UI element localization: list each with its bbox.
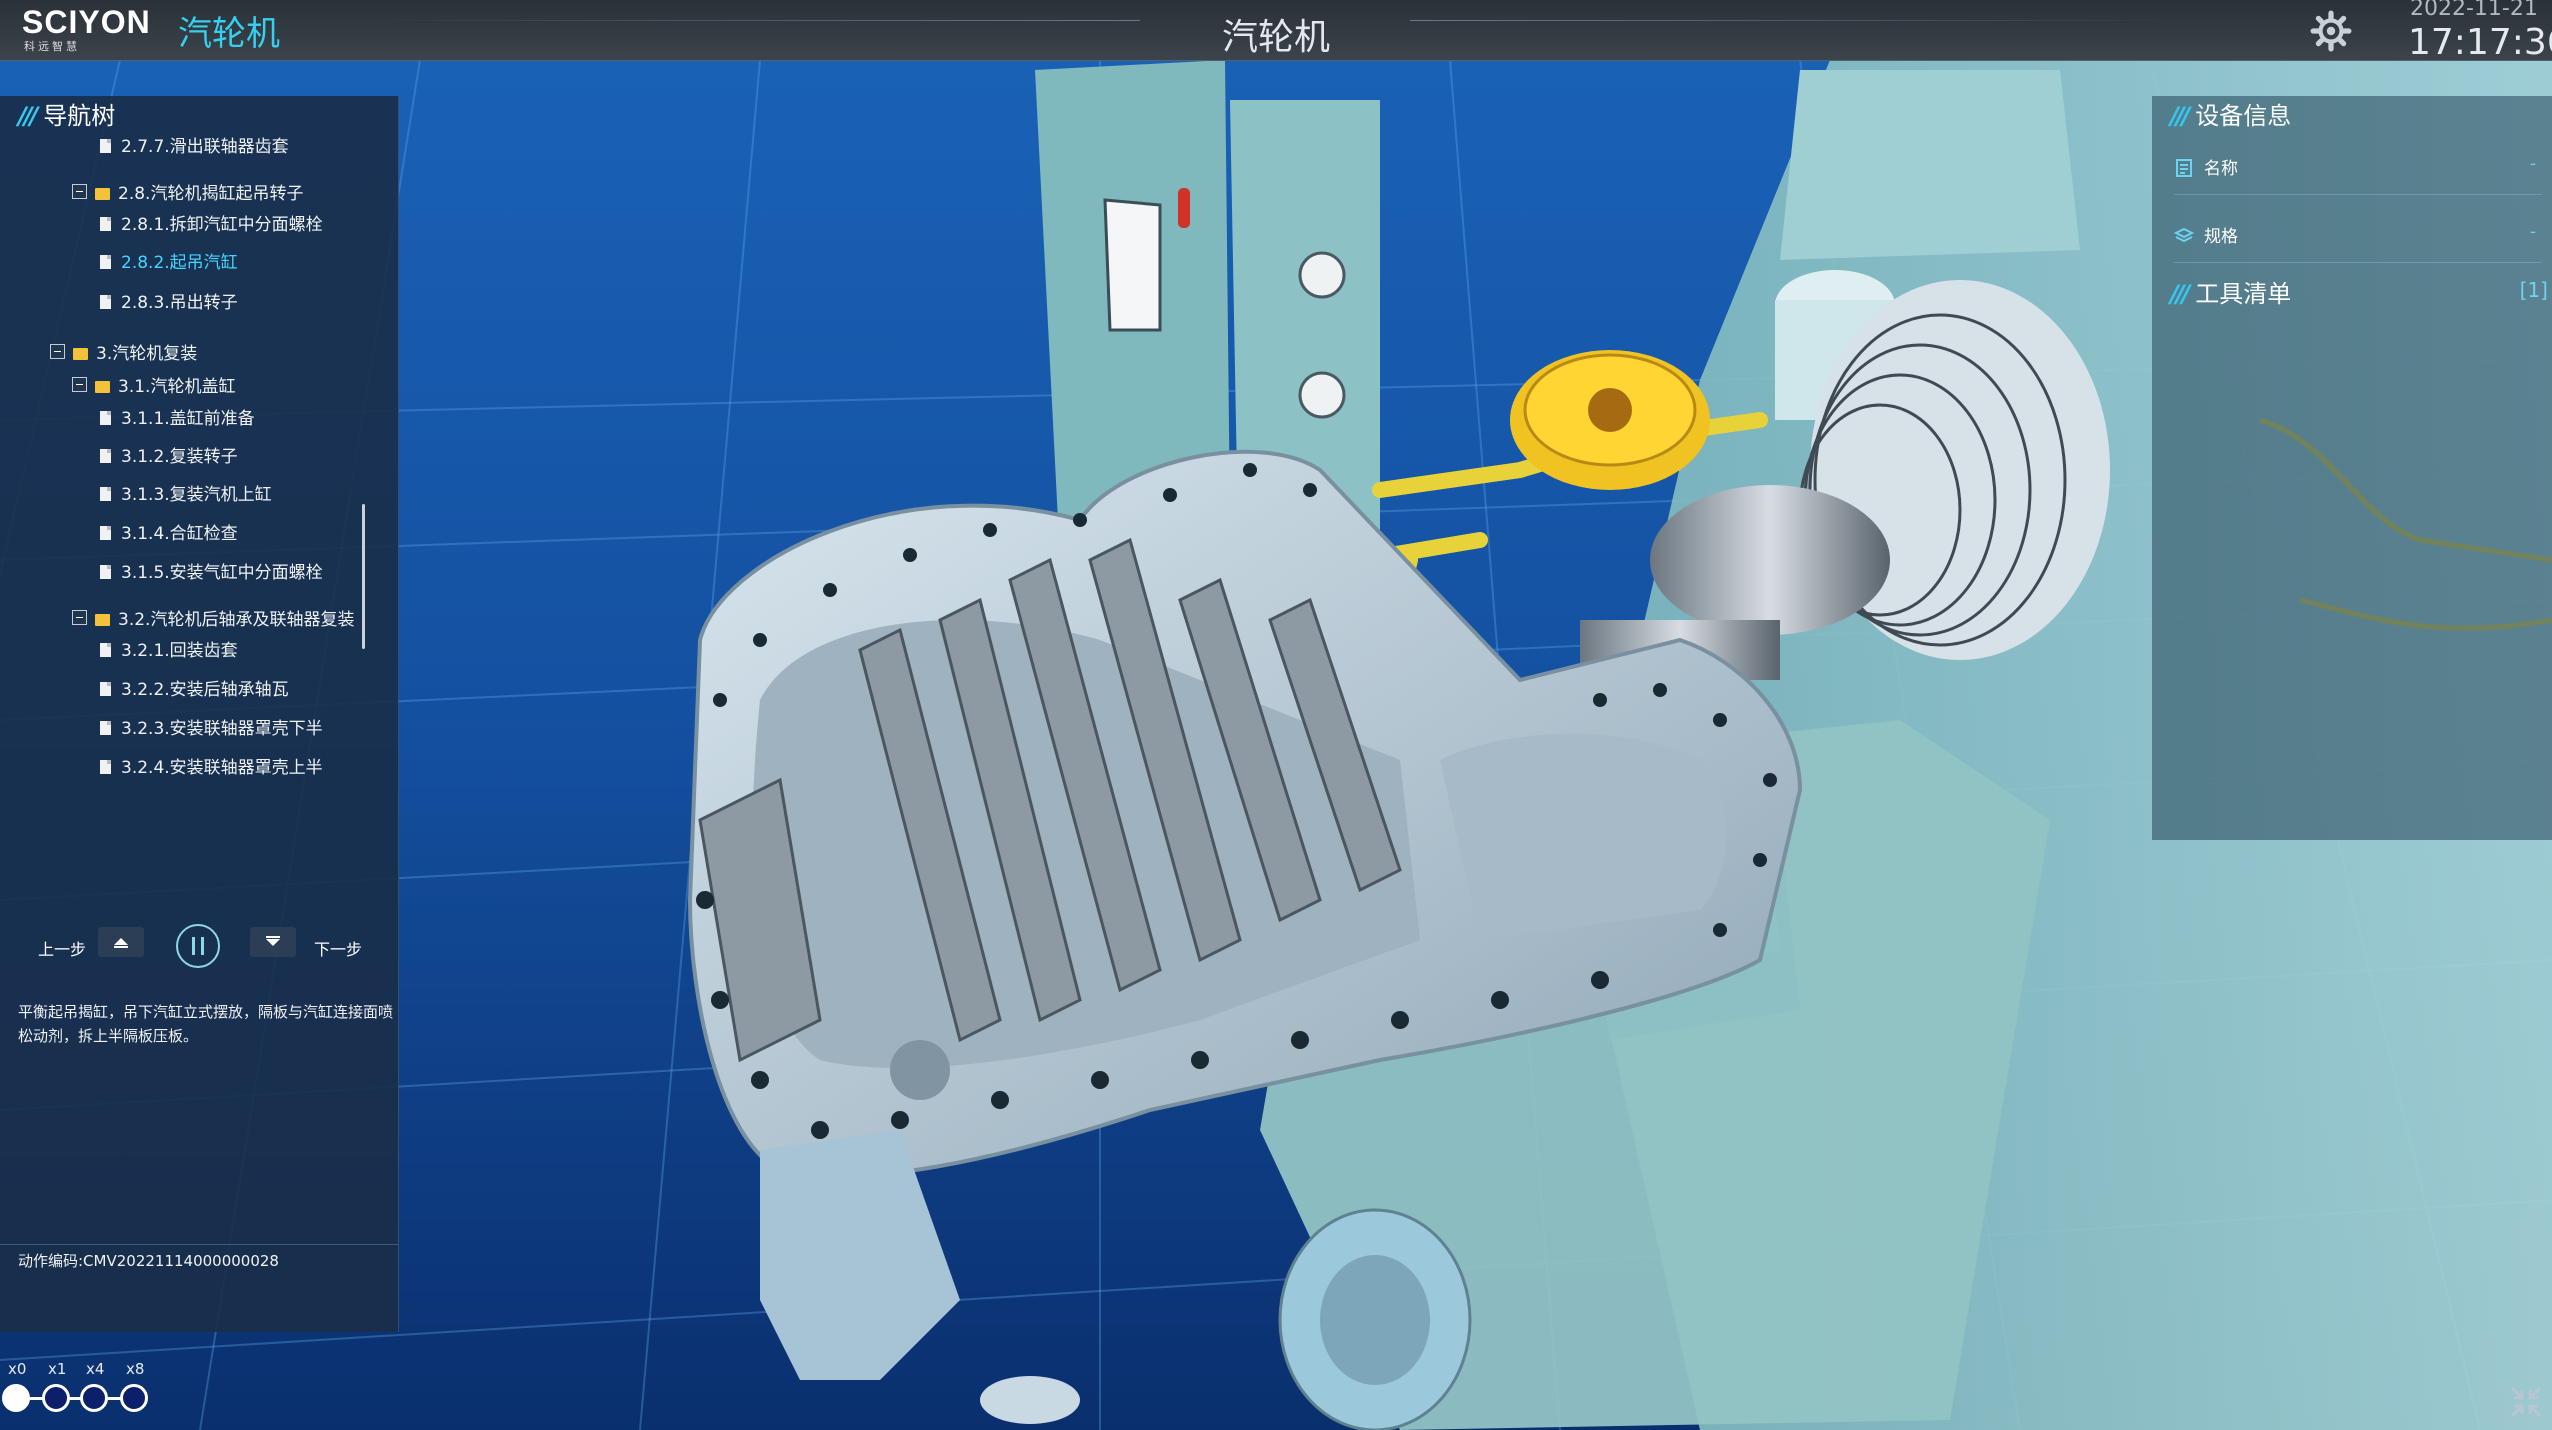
speed-label-x1: x1 — [48, 1360, 67, 1378]
speed-label-x4: x4 — [86, 1360, 105, 1378]
tree-item[interactable]: 3.2.1.回装齿套 — [100, 636, 238, 661]
speed-option-x0[interactable] — [2, 1384, 30, 1412]
document-icon — [100, 526, 111, 540]
document-icon — [100, 217, 111, 231]
panel-title-accent-icon: /// — [2170, 102, 2190, 130]
device-name-row: 名称 - — [2174, 154, 2544, 184]
speed-label-x0: x0 — [8, 1360, 27, 1378]
folder-icon — [95, 381, 110, 393]
speed-option-x4[interactable] — [80, 1384, 108, 1412]
page-title: 汽轮机 — [1221, 17, 1330, 58]
device-name-value: - — [2529, 154, 2536, 174]
document-icon — [100, 295, 111, 309]
document-icon — [100, 682, 111, 696]
panel-title-accent-icon: /// — [18, 102, 38, 130]
speed-option-x1[interactable] — [42, 1384, 70, 1412]
tree-item[interactable]: 3.2.3.安装联轴器罩壳下半 — [100, 714, 323, 739]
title-divider-left — [360, 20, 1140, 21]
prev-step-label: 上一步 — [38, 940, 87, 959]
document-icon — [100, 255, 111, 269]
tree-item[interactable]: 3.1.2.复装转子 — [100, 442, 238, 467]
document-icon — [100, 721, 111, 735]
logo-brand: SCIYON — [22, 4, 151, 40]
folder-icon — [73, 348, 88, 360]
collapse-toggle-icon[interactable] — [72, 610, 87, 625]
tree-item[interactable]: 3.1.5.安装气缸中分面螺栓 — [100, 558, 323, 583]
pause-icon — [192, 937, 204, 955]
arrow-up-icon — [114, 938, 128, 948]
tool-list-title[interactable]: ///工具清单 — [2170, 274, 2291, 309]
tree-folder[interactable]: 2.8.汽轮机揭缸起吊转子 — [72, 179, 303, 204]
logo-sub: 科远智慧 — [24, 40, 80, 53]
sciyon-logo: SCIYON 科远智慧 — [22, 4, 152, 53]
time-display: 17:17:36 — [2408, 22, 2552, 63]
nav-panel-title: ///导航树 — [18, 102, 116, 130]
step-description: 平衡起吊揭缸，吊下汽缸立式摆放，隔板与汽缸连接面喷松动剂，拆上半隔板压板。 — [18, 1003, 394, 1045]
tree-folder[interactable]: 3.1.汽轮机盖缸 — [72, 372, 235, 397]
collapse-toggle-icon[interactable] — [50, 344, 65, 359]
app-name: 汽轮机 — [178, 14, 280, 54]
tool-list-count[interactable]: [1] — [2348, 278, 2548, 302]
date-display: 2022-11-21 — [2410, 0, 2538, 21]
pause-button[interactable] — [176, 924, 220, 968]
device-spec-row: 规格 - — [2174, 222, 2544, 252]
tree-item-active[interactable]: 2.8.2.起吊汽缸 — [100, 248, 238, 273]
divider — [2174, 262, 2542, 263]
playback-speed-control: x0 x1 x4 x8 — [0, 1360, 170, 1426]
device-name-label: 名称 — [2204, 159, 2238, 179]
document-icon — [100, 487, 111, 501]
collapse-toggle-icon[interactable] — [72, 184, 87, 199]
device-info-title: ///设备信息 — [2170, 102, 2292, 130]
speed-option-x8[interactable] — [120, 1384, 148, 1412]
speed-label-x8: x8 — [126, 1360, 145, 1378]
next-step-button[interactable] — [250, 927, 296, 957]
document-icon — [100, 139, 111, 153]
tree-item[interactable]: 3.2.2.安装后轴承轴瓦 — [100, 675, 289, 700]
device-info-panel: ///设备信息 名称 - 规格 - ///工具清单 — [2152, 96, 2552, 840]
collapse-fullscreen-icon[interactable] — [2508, 1384, 2544, 1420]
tree-item[interactable]: 3.1.4.合缸检查 — [100, 519, 238, 544]
document-icon — [100, 565, 111, 579]
document-icon — [100, 760, 111, 774]
divider — [0, 1244, 398, 1245]
folder-icon — [95, 614, 110, 626]
divider — [2174, 194, 2542, 195]
arrow-down-icon — [266, 936, 280, 946]
next-step-label: 下一步 — [314, 940, 363, 959]
document-icon — [100, 411, 111, 425]
action-code: 动作编码:CMV20221114000000028 — [18, 1252, 279, 1270]
document-icon — [100, 643, 111, 657]
tree-folder[interactable]: 3.2.汽轮机后轴承及联轴器复装 — [72, 605, 354, 630]
document-icon — [100, 449, 111, 463]
tag-icon — [2176, 159, 2192, 177]
gear-icon[interactable] — [2310, 10, 2352, 52]
folder-icon — [95, 188, 110, 200]
tree-item[interactable]: 3.1.1.盖缸前准备 — [100, 404, 255, 429]
layers-icon — [2174, 227, 2194, 243]
collapse-toggle-icon[interactable] — [72, 377, 87, 392]
device-spec-value: - — [2529, 222, 2536, 242]
tree-item[interactable]: 2.7.7.滑出联轴器齿套 — [100, 132, 289, 157]
tree-item[interactable]: 2.8.1.拆卸汽缸中分面螺栓 — [100, 210, 323, 235]
panel-title-accent-icon: /// — [2170, 280, 2190, 308]
title-divider-right — [1410, 20, 2190, 21]
tree-folder[interactable]: 3.汽轮机复装 — [50, 339, 197, 364]
prev-step-button[interactable] — [98, 927, 144, 957]
tree-scrollbar[interactable] — [362, 504, 365, 649]
tree-item[interactable]: 2.8.3.吊出转子 — [100, 288, 238, 313]
tree-item[interactable]: 3.2.4.安装联轴器罩壳上半 — [100, 753, 323, 778]
tree-item[interactable]: 3.1.3.复装汽机上缸 — [100, 480, 272, 505]
step-controls: 上一步 下一步 — [0, 924, 398, 974]
top-bar: SCIYON 科远智慧 汽轮机 汽轮机 2022-11-21 17:17:36 — [0, 0, 2552, 63]
navigation-panel: ///导航树 2.7.7.滑出联轴器齿套 2.8.汽轮机揭缸起吊转子 2.8.1… — [0, 96, 399, 1332]
device-spec-label: 规格 — [2204, 227, 2238, 247]
